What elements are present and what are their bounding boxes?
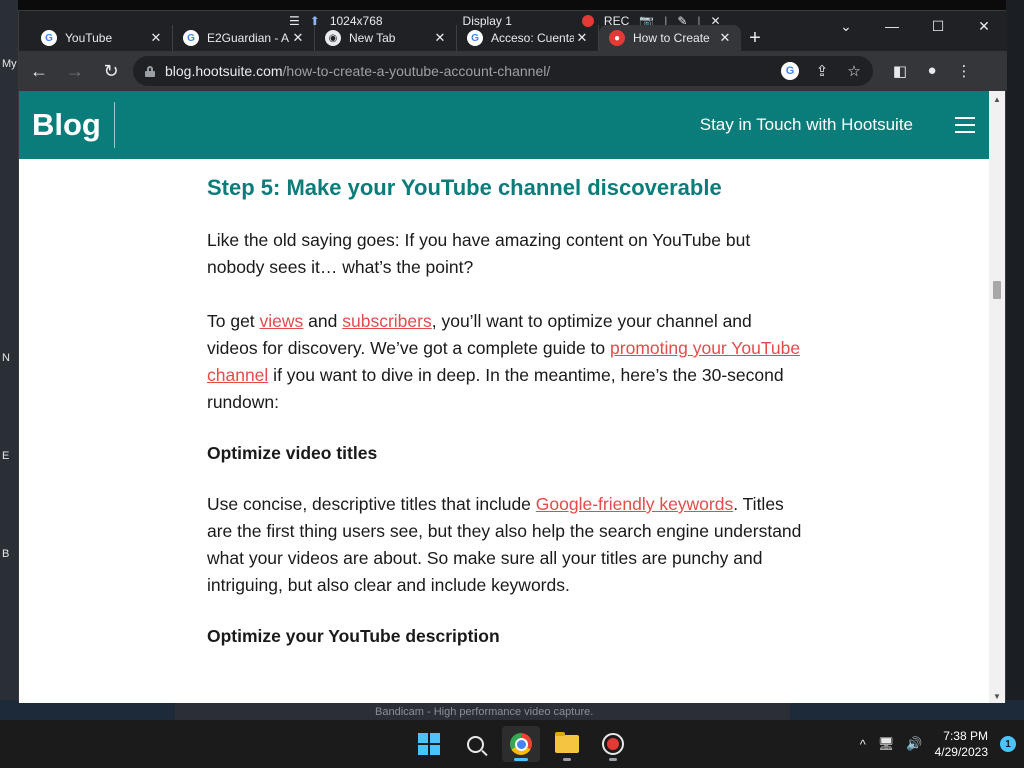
text-run: if you want to dive in deep. In the mean… <box>207 365 784 412</box>
taskbar-bandicam[interactable] <box>594 726 632 762</box>
profile-icon[interactable]: ● <box>923 62 941 80</box>
share-icon[interactable]: ⇪ <box>813 62 831 80</box>
forward-button[interactable]: → <box>59 55 91 87</box>
taskbar-apps <box>410 726 632 762</box>
paragraph-intro: Like the old saying goes: If you have am… <box>207 230 751 277</box>
clock-time: 7:38 PM <box>943 729 988 743</box>
page-scrollbar[interactable]: ▲ ▼ <box>989 91 1005 703</box>
text-run: Use concise, descriptive titles that inc… <box>207 494 536 514</box>
desktop-left-edge: My N E B <box>0 0 18 720</box>
tab-acceso[interactable]: G Acceso: Cuenta ✕ <box>457 25 599 51</box>
minimize-button[interactable]: — <box>869 11 915 41</box>
text-run: To get <box>207 311 260 331</box>
google-icon: G <box>467 30 483 46</box>
clock[interactable]: 7:38 PM 4/29/2023 <box>935 728 988 760</box>
subscribers-link[interactable]: subscribers <box>342 311 431 331</box>
windows-logo-icon <box>418 733 440 755</box>
tab-list: G YouTube ✕ G E2Guardian - A ✕ ◉ New Tab… <box>31 25 769 51</box>
desktop-icon-label: B <box>2 548 10 560</box>
clock-date: 4/29/2023 <box>934 745 988 759</box>
new-tab-button[interactable]: + <box>741 25 769 51</box>
close-tab-icon[interactable]: ✕ <box>574 30 590 46</box>
network-icon[interactable]: 🖥 <box>878 736 895 752</box>
taskbar-search-button[interactable] <box>456 726 494 762</box>
tab-label: New Tab <box>349 31 396 45</box>
desktop-icon-label: My <box>2 58 17 70</box>
tab-e2guardian[interactable]: G E2Guardian - A ✕ <box>173 25 315 51</box>
tab-new-tab[interactable]: ◉ New Tab ✕ <box>315 25 457 51</box>
notification-badge[interactable]: 1 <box>1000 736 1016 752</box>
url-path: /how-to-create-a-youtube-account-channel… <box>282 63 551 79</box>
browser-toolbar: ← → ↻ blog.hootsuite.com /how-to-create-… <box>19 51 1007 91</box>
chevron-up-icon[interactable]: ^ <box>860 737 866 752</box>
hootsuite-owl-icon: ● <box>609 30 625 46</box>
tab-label: Acceso: Cuenta <box>491 31 574 45</box>
paragraph-titles: Use concise, descriptive titles that inc… <box>207 491 807 599</box>
volume-icon[interactable]: 🔊 <box>906 736 922 752</box>
browser-window: ☰ ⬆ 1024x768 Display 1 REC 📷 | ✎ | ✕ ⌄ —… <box>18 10 1007 703</box>
site-header: Blog Stay in Touch with Hootsuite <box>19 91 991 159</box>
folder-icon <box>555 732 579 753</box>
tab-search-icon[interactable]: ⌄ <box>823 11 869 41</box>
text-run: and <box>303 311 343 331</box>
tab-hootsuite[interactable]: ● How to Create ✕ <box>599 25 741 51</box>
desktop-icon-label: N <box>2 352 10 364</box>
paragraph-discovery: To get views and subscribers, you’ll wan… <box>207 308 807 416</box>
subheading-video-titles: Optimize video titles <box>207 443 378 463</box>
tab-label: E2Guardian - A <box>207 31 290 45</box>
lock-icon[interactable] <box>145 65 155 77</box>
scrollbar-thumb[interactable] <box>993 281 1001 299</box>
active-indicator <box>514 758 528 761</box>
system-tray: ^ 🖥 🔊 7:38 PM 4/29/2023 1 <box>860 720 1016 768</box>
running-indicator <box>609 758 617 761</box>
desktop-right-edge <box>1006 0 1024 720</box>
bandicam-window-title: Bandicam - High performance video captur… <box>175 700 790 720</box>
views-link[interactable]: views <box>260 311 304 331</box>
chrome-icon: ◉ <box>325 30 341 46</box>
bandicam-record-icon <box>602 733 624 755</box>
tab-youtube[interactable]: G YouTube ✕ <box>31 25 173 51</box>
stay-in-touch-link[interactable]: Stay in Touch with Hootsuite <box>700 115 913 135</box>
google-icon: G <box>183 30 199 46</box>
section-heading: Step 5: Make your YouTube channel discov… <box>207 175 722 200</box>
google-friendly-keywords-link[interactable]: Google-friendly keywords <box>536 494 733 514</box>
article-body: Step 5: Make your YouTube channel discov… <box>207 175 807 674</box>
google-lens-icon[interactable]: G <box>781 62 799 80</box>
tab-label: How to Create <box>633 31 710 45</box>
search-icon <box>466 735 484 753</box>
maximize-button[interactable]: ☐ <box>915 11 961 41</box>
scroll-up-icon[interactable]: ▲ <box>993 95 1001 104</box>
chrome-icon <box>510 733 532 755</box>
address-bar[interactable]: blog.hootsuite.com /how-to-create-a-yout… <box>133 56 873 86</box>
google-icon: G <box>41 30 57 46</box>
more-menu-icon[interactable]: ⋮ <box>955 62 973 80</box>
side-panel-icon[interactable]: ◧ <box>891 62 909 80</box>
page-viewport: Blog Stay in Touch with Hootsuite Step 5… <box>19 91 991 703</box>
taskbar-chrome[interactable] <box>502 726 540 762</box>
tab-label: YouTube <box>65 31 113 45</box>
hamburger-menu-icon[interactable] <box>955 117 975 133</box>
back-button[interactable]: ← <box>23 55 55 87</box>
scroll-down-icon[interactable]: ▼ <box>993 692 1001 701</box>
blog-logo[interactable]: Blog <box>32 102 115 148</box>
close-window-button[interactable]: ✕ <box>961 11 1007 41</box>
start-button[interactable] <box>410 726 448 762</box>
close-tab-icon[interactable]: ✕ <box>432 30 448 46</box>
close-tab-icon[interactable]: ✕ <box>148 30 164 46</box>
close-tab-icon[interactable]: ✕ <box>290 30 306 46</box>
subheading-description: Optimize your YouTube description <box>207 626 500 646</box>
taskbar: ^ 🖥 🔊 7:38 PM 4/29/2023 1 <box>0 720 1024 768</box>
bookmark-star-icon[interactable]: ☆ <box>845 62 863 80</box>
reload-button[interactable]: ↻ <box>95 55 127 87</box>
window-controls: ⌄ — ☐ ✕ <box>823 11 1007 41</box>
desktop-icon-label: E <box>2 450 10 462</box>
tab-strip: ☰ ⬆ 1024x768 Display 1 REC 📷 | ✎ | ✕ ⌄ —… <box>19 11 1007 51</box>
url-host: blog.hootsuite.com <box>165 63 283 79</box>
running-indicator <box>563 758 571 761</box>
close-tab-icon[interactable]: ✕ <box>717 30 733 46</box>
taskbar-file-explorer[interactable] <box>548 726 586 762</box>
